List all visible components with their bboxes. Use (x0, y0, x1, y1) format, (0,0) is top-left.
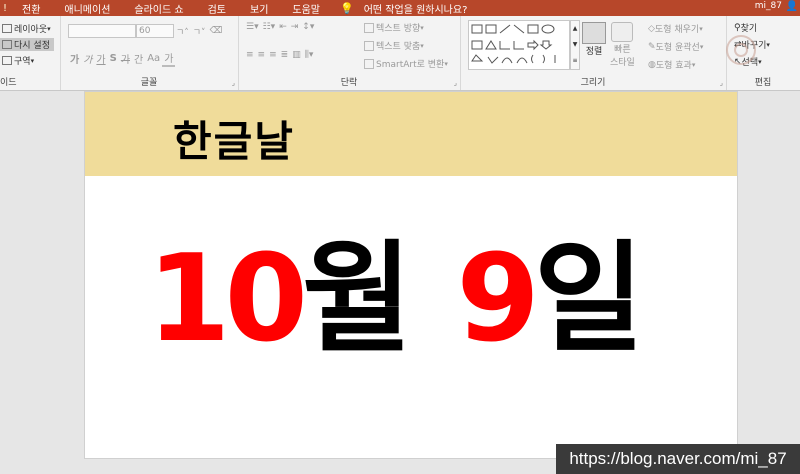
underline-button[interactable]: 가 (94, 51, 107, 66)
shapes-gallery-icons (471, 24, 556, 64)
spacing-button[interactable]: 간 (132, 51, 145, 66)
ribbon-tab-bar: ! 전환 애니메이션 슬라이드 쇼 검토 보기 도움말 💡 어떤 작업을 원하시… (0, 0, 800, 16)
quick-styles-button[interactable]: 빠른 스타일 (610, 22, 635, 68)
slide-canvas[interactable]: 한글날 10월 9일 (85, 92, 737, 458)
lightbulb-icon: 💡 (340, 1, 354, 15)
font-color-button[interactable]: 가 (162, 50, 176, 67)
numbering-button[interactable]: ☷▾ (261, 22, 278, 32)
outline-icon: ✎ (648, 41, 656, 52)
paragraph-launcher-icon[interactable]: ⌟ (454, 79, 457, 87)
grow-font-button[interactable]: ㄱ˄ (174, 25, 191, 38)
tab-view[interactable]: 보기 (238, 1, 280, 16)
fill-icon: ◇ (648, 23, 655, 34)
person-icon[interactable]: 👤 (786, 1, 798, 12)
strike-button[interactable]: 가 (119, 51, 132, 66)
section-label: 구역 (14, 57, 31, 67)
tab-review[interactable]: 검토 (196, 1, 238, 16)
reset-label: 다시 설정 (14, 41, 50, 51)
month-number: 10 (147, 230, 308, 369)
smartart-button[interactable]: SmartArt로 변환 ▾ (362, 57, 448, 70)
increase-indent-button[interactable]: ⇥ (289, 22, 301, 32)
decrease-indent-button[interactable]: ⇤ (277, 22, 289, 32)
quick-styles-icon (611, 22, 634, 42)
shapes-scroll[interactable]: ▲ ▼ ≡ (570, 20, 580, 70)
group-label-paragraph: 단락 (340, 78, 358, 88)
text-direction-icon (364, 22, 374, 33)
align-text-button[interactable]: 텍스트 맞춤 ▾ (362, 39, 424, 52)
quick-styles-label-1: 빠른 (614, 45, 631, 55)
reset-button[interactable]: 다시 설정 (0, 38, 54, 51)
bullets-button[interactable]: ☰▾ (244, 22, 261, 32)
tab-slideshow[interactable]: 슬라이드 쇼 (122, 1, 195, 16)
font-launcher-icon[interactable]: ⌟ (232, 79, 235, 87)
case-button[interactable]: Aa (145, 53, 162, 64)
user-name[interactable]: mi_87 (755, 1, 782, 11)
align-text-label: 텍스트 맞춤 (376, 42, 421, 52)
blog-watermark: https://blog.naver.com/mi_87 (556, 444, 800, 474)
line-spacing-button[interactable]: ↕▾ (300, 22, 316, 32)
ribbon: 레이아웃 ▾ 다시 설정 구역 ▾ 이드 60 ㄱ˄ ㄱ˅ ⌫ 가 가 가 S 가 … (0, 16, 800, 91)
layout-label: 레이아웃 (14, 25, 48, 35)
smartart-label: SmartArt로 변환 (376, 60, 445, 70)
text-direction-label: 텍스트 방향 (376, 24, 421, 34)
align-text-icon (364, 40, 374, 51)
month-unit: 월 (302, 230, 412, 369)
group-slides: 레이아웃 ▾ 다시 설정 구역 ▾ 이드 (0, 16, 61, 90)
shrink-font-button[interactable]: ㄱ˅ (191, 25, 208, 38)
ribbon-decoration (726, 35, 756, 65)
tab-transitions[interactable]: 전환 (10, 1, 52, 16)
arrange-icon (582, 22, 606, 44)
text-direction-button[interactable]: 텍스트 방향 ▾ (362, 21, 424, 34)
section-icon (2, 56, 12, 65)
distributed-button[interactable]: ▥ (290, 50, 303, 60)
arrange-button[interactable]: 정렬 (582, 22, 606, 57)
quick-styles-label-2: 스타일 (610, 58, 635, 68)
font-size-combo[interactable]: 60 (136, 24, 174, 38)
arrange-label: 정렬 (585, 47, 603, 57)
shapes-gallery[interactable] (468, 20, 570, 70)
layout-button[interactable]: 레이아웃 ▾ (0, 22, 51, 35)
layout-icon (2, 24, 12, 33)
group-label-slides: 이드 (0, 78, 17, 88)
search-icon: ⚲ (734, 22, 741, 33)
group-label-font: 글꼴 (140, 78, 158, 88)
tab-help[interactable]: 도움말 (280, 1, 332, 16)
clear-format-button[interactable]: ⌫ (208, 26, 225, 36)
effects-icon: ◍ (648, 59, 656, 70)
group-paragraph: ☰▾ ☷▾ ⇤ ⇥ ↕▾ 텍스트 방향 ▾ 텍스트 맞춤 ▾ SmartArt로 변… (238, 16, 461, 90)
bold-button[interactable]: 가 (68, 51, 81, 66)
group-font: 60 ㄱ˄ ㄱ˅ ⌫ 가 가 가 S 가 간 Aa 가 글꼴 ⌟ (60, 16, 239, 90)
font-name-combo[interactable] (68, 24, 136, 38)
tell-me-box[interactable]: 💡 어떤 작업을 원하시나요? (340, 1, 467, 16)
slide-date-text[interactable]: 10월 9일 (147, 230, 644, 369)
section-button[interactable]: 구역 ▾ (0, 54, 34, 67)
day-number: 9 (456, 230, 539, 369)
italic-button[interactable]: 가 (81, 51, 94, 66)
columns-button[interactable]: ⫼▾ (303, 50, 316, 60)
slide-title[interactable]: 한글날 (173, 108, 295, 169)
align-left-button[interactable]: ≡ (244, 50, 256, 60)
tab-animations[interactable]: 애니메이션 (52, 1, 122, 16)
shadow-button[interactable]: S (108, 53, 119, 64)
day-unit: 일 (533, 230, 644, 369)
tell-me-text: 어떤 작업을 원하시나요? (363, 4, 468, 16)
align-right-button[interactable]: ≡ (267, 50, 279, 60)
align-center-button[interactable]: ≡ (256, 50, 268, 60)
tab-left-edge: ! (2, 2, 7, 14)
slide-editor: 한글날 10월 9일 (0, 91, 800, 474)
justify-button[interactable]: ≣ (279, 50, 291, 60)
reset-icon (2, 40, 12, 49)
smartart-icon (364, 58, 374, 69)
